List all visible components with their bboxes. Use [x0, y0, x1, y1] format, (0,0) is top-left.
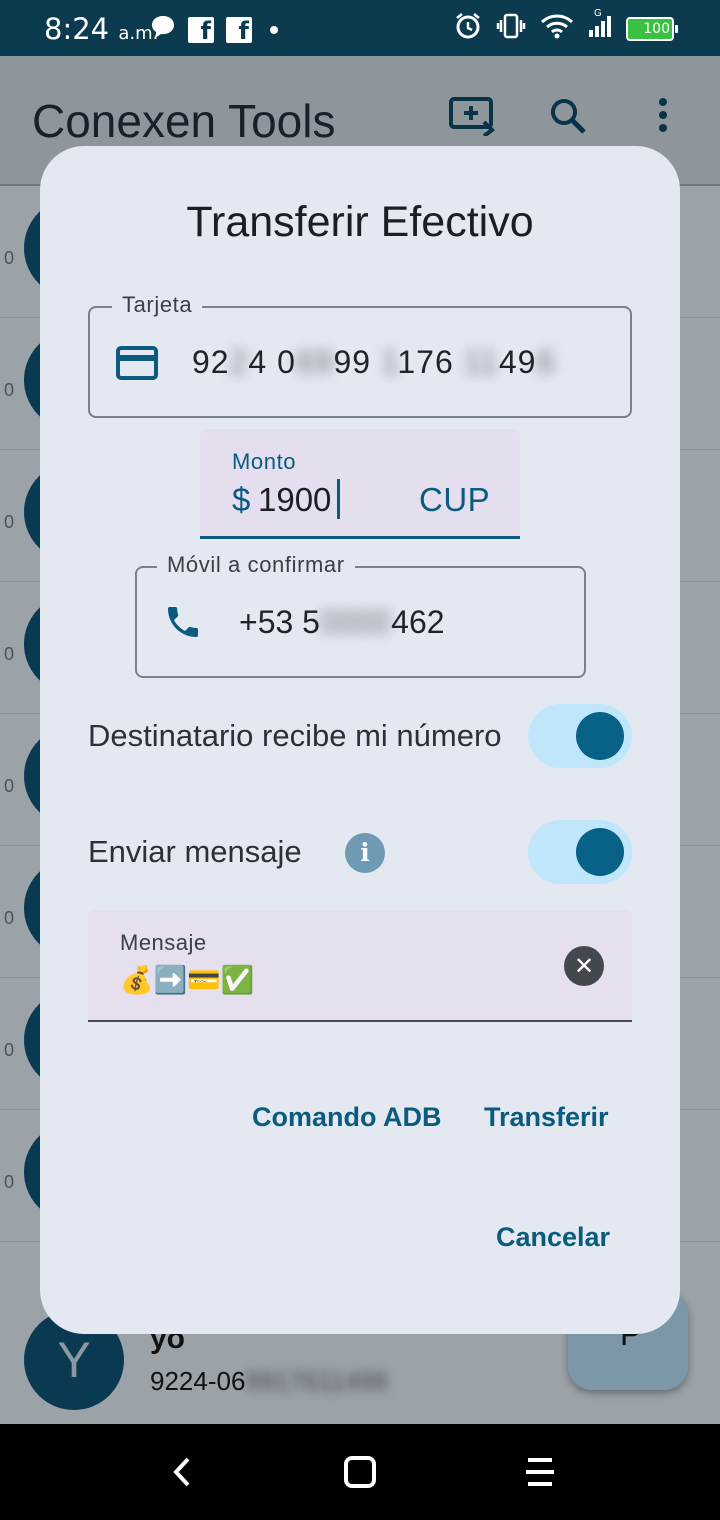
message-value: 💰➡️💳✅ — [120, 965, 255, 996]
card-number-field[interactable]: Tarjeta 9224 06999 1176 11496 — [88, 292, 632, 418]
card-digit: 49 — [498, 344, 537, 380]
row-value: 0 — [4, 512, 15, 532]
info-icon[interactable]: i — [345, 833, 385, 873]
row-value: 0 — [4, 776, 15, 796]
message-label: Mensaje — [120, 930, 207, 955]
amount-label: Monto — [232, 449, 297, 474]
text-cursor — [337, 479, 340, 519]
clock-time: 8:24 — [44, 12, 110, 46]
adb-command-button[interactable]: Comando ADB — [252, 1102, 442, 1133]
card-digit: 176 — [397, 344, 464, 380]
network-type-label: G — [594, 8, 602, 19]
card-field-label: Tarjeta — [112, 292, 203, 318]
transfer-button[interactable]: Transferir — [484, 1102, 609, 1133]
cast-screen-icon[interactable] — [448, 96, 496, 141]
phone-icon — [163, 602, 203, 647]
app-title: Conexen Tools — [32, 95, 336, 147]
credit-card-icon — [116, 346, 158, 385]
alarm-icon — [454, 12, 482, 45]
status-time: 8:24 a.m. — [44, 12, 158, 46]
switch-thumb — [576, 712, 624, 760]
clear-icon[interactable]: ✕ — [564, 946, 604, 986]
amount-value: 1900 — [258, 481, 332, 518]
card-digit-obscured: 69 — [295, 344, 334, 380]
phone-prefix: +53 5 — [239, 604, 320, 640]
currency-code: CUP — [419, 481, 491, 518]
vibrate-icon — [496, 12, 526, 45]
back-icon[interactable] — [168, 1454, 194, 1495]
send-message-switch[interactable] — [528, 820, 632, 884]
row-value: 0 — [4, 644, 15, 664]
more-vert-icon[interactable] — [656, 96, 670, 141]
more-notifications-dot-icon — [270, 25, 278, 34]
switch-thumb — [576, 828, 624, 876]
transfer-dialog: Transferir Efectivo Tarjeta 9224 06999 1… — [40, 146, 680, 1334]
card-number-value: 9224 06999 1176 11496 — [192, 344, 555, 381]
send-message-label: Enviar mensaje — [88, 834, 302, 869]
currency-symbol: $ — [232, 481, 251, 518]
card-digit: 4 0 — [248, 344, 296, 380]
card-digit-obscured: 2 — [229, 344, 249, 380]
share-number-label: Destinatario recibe mi número — [88, 718, 502, 753]
contact-card-number: 9224-069917611496 — [150, 1366, 388, 1397]
battery-level: 100 — [643, 20, 670, 37]
facebook-icon: f — [226, 16, 252, 45]
wifi-icon — [540, 13, 574, 44]
notification-icons: f f — [150, 14, 278, 45]
row-value: 0 — [4, 248, 15, 268]
phone-field-label: Móvil a confirmar — [157, 552, 355, 578]
card-digit-obscured: 11 — [463, 344, 499, 380]
chat-bubble-icon — [150, 14, 176, 45]
card-number-visible: 9224-06 — [150, 1366, 246, 1396]
search-icon[interactable] — [548, 96, 588, 141]
phone-value: +53 50000462 — [239, 604, 445, 641]
facebook-icon: f — [188, 16, 214, 45]
card-number-obscured: 9917611496 — [245, 1366, 389, 1396]
status-bar: 8:24 a.m. f f G 100 — [0, 0, 720, 56]
signal-icon: G — [588, 8, 612, 43]
row-value: 0 — [4, 380, 15, 400]
phone-confirm-field[interactable]: Móvil a confirmar +53 50000462 — [135, 552, 586, 678]
row-value: 0 — [4, 1040, 15, 1060]
cancel-button[interactable]: Cancelar — [496, 1222, 610, 1253]
phone-obscured: 0000 — [319, 604, 392, 640]
dialog-title: Transferir Efectivo — [186, 198, 534, 246]
menu-icon[interactable] — [524, 1454, 556, 1495]
navigation-bar — [0, 1424, 720, 1520]
system-icons: G 100 — [454, 8, 678, 45]
phone-suffix: 462 — [391, 604, 445, 640]
card-digit: 92 — [192, 344, 230, 380]
card-digit-obscured: 6 — [536, 344, 556, 380]
battery-icon: 100 — [626, 16, 678, 41]
row-value: 0 — [4, 908, 15, 928]
card-digit-obscured: 1 — [380, 344, 398, 380]
share-number-switch[interactable] — [528, 704, 632, 768]
amount-field[interactable]: Monto $ 1900 CUP — [200, 429, 520, 539]
row-value: 0 — [4, 1172, 15, 1192]
message-field[interactable]: Mensaje 💰➡️💳✅ ✕ — [88, 910, 632, 1022]
home-icon[interactable] — [342, 1454, 378, 1495]
card-digit: 99 — [333, 344, 381, 380]
